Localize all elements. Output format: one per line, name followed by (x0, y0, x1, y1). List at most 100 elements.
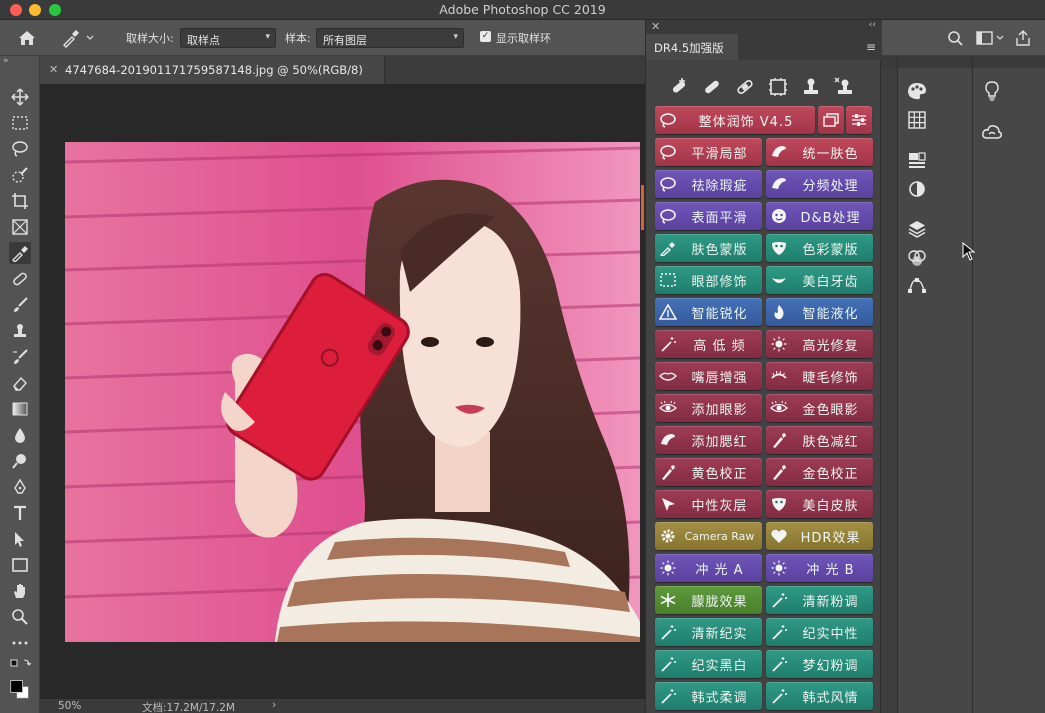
libraries-icon[interactable] (906, 149, 928, 171)
plugin-button[interactable]: 冲 光 A (655, 554, 762, 582)
share-icon[interactable] (1014, 30, 1032, 46)
path-selection-tool-icon[interactable] (9, 528, 31, 550)
home-icon[interactable] (16, 28, 38, 48)
expand-toolbar-icon[interactable]: » (3, 56, 9, 66)
workspace-layout-icon[interactable] (976, 30, 1004, 46)
swap-colors-icon[interactable] (9, 656, 31, 672)
plugin-button[interactable]: 冲 光 B (766, 554, 873, 582)
plugin-button[interactable]: 金色校正 (766, 458, 873, 486)
eraser-tool-icon[interactable] (9, 372, 31, 394)
collapse-panel-icon[interactable]: ‹‹ (869, 20, 876, 30)
plugin-button[interactable]: 色彩蒙版 (766, 234, 873, 262)
plugin-button[interactable]: 睫毛修饰 (766, 362, 873, 390)
hand-tool-icon[interactable] (9, 580, 31, 602)
plugin-button[interactable]: 纪实中性 (766, 618, 873, 646)
stamp-icon[interactable] (800, 76, 822, 98)
document-image[interactable] (65, 142, 640, 642)
rectangle-tool-icon[interactable] (9, 554, 31, 576)
plugin-button[interactable]: 祛除瑕疵 (655, 170, 762, 198)
plugin-button[interactable]: 添加眼影 (655, 394, 762, 422)
plugin-button[interactable]: 梦幻粉调 (766, 650, 873, 678)
plugin-button[interactable]: 眼部修饰 (655, 266, 762, 294)
plugin-button[interactable]: 美白牙齿 (766, 266, 873, 294)
bandage-icon[interactable] (701, 76, 723, 98)
learn-lightbulb-icon[interactable] (981, 80, 1003, 102)
scroll-indicator[interactable] (641, 185, 644, 230)
color-panel-icon[interactable] (906, 80, 928, 102)
bandage-alt-icon[interactable] (734, 76, 756, 98)
plugin-button[interactable]: 清新粉调 (766, 586, 873, 614)
adjustments-icon[interactable] (906, 178, 928, 200)
document-tab[interactable]: ✕ 4747684-20190117175958714​8.jpg @ 50%(… (40, 56, 385, 84)
foreground-background-color-icon[interactable] (9, 672, 31, 706)
plugin-button[interactable]: 黄色校正 (655, 458, 762, 486)
plugin-button[interactable]: 高光修复 (766, 330, 873, 358)
gradient-tool-icon[interactable] (9, 398, 31, 420)
swatches-grid-icon[interactable] (906, 109, 928, 131)
plugin-button[interactable]: 平滑局部 (655, 138, 762, 166)
eyedropper-tool-preset-icon[interactable] (60, 28, 98, 48)
plugin-button-main-retouch[interactable]: 整体润饰 V4.5 (655, 106, 815, 134)
type-tool-icon[interactable] (9, 502, 31, 524)
eyedropper-tool-icon[interactable] (9, 242, 31, 264)
brush-tool-icon[interactable] (9, 294, 31, 316)
plugin-button[interactable]: 智能锐化 (655, 298, 762, 326)
close-icon[interactable]: ✕ (651, 20, 660, 33)
plugin-button[interactable]: 智能液化 (766, 298, 873, 326)
plugin-button[interactable]: 表面平滑 (655, 202, 762, 230)
zoom-level[interactable]: 50% (58, 700, 81, 712)
show-sampling-ring-checkbox[interactable]: ✓ (480, 31, 491, 42)
zoom-tool-icon[interactable] (9, 606, 31, 628)
paths-icon[interactable] (906, 274, 928, 296)
plugin-button[interactable]: 分频处理 (766, 170, 873, 198)
plugin-button[interactable]: 金色眼影 (766, 394, 873, 422)
marquee-tool-icon[interactable] (9, 112, 31, 134)
blur-tool-icon[interactable] (9, 424, 31, 446)
plugin-button[interactable]: 中性灰层 (655, 490, 762, 518)
plugin-button[interactable]: 韩式风情 (766, 682, 873, 710)
quick-selection-tool-icon[interactable] (9, 164, 31, 186)
plugin-button[interactable]: 肤色蒙版 (655, 234, 762, 262)
plugin-button[interactable]: Camera Raw (655, 522, 762, 550)
crop-tool-icon[interactable] (9, 190, 31, 212)
stamp-x-icon[interactable] (833, 76, 855, 98)
clone-stamp-tool-icon[interactable] (9, 320, 31, 342)
pen-tool-icon[interactable] (9, 476, 31, 498)
heal-plus-icon[interactable] (668, 76, 690, 98)
plugin-button[interactable]: 添加腮红 (655, 426, 762, 454)
plugin-button[interactable]: 清新纪实 (655, 618, 762, 646)
creative-cloud-icon[interactable] (981, 122, 1003, 144)
panel-menu-icon[interactable]: ≡ (866, 40, 876, 54)
plugin-button[interactable]: D&B处理 (766, 202, 873, 230)
layers-icon[interactable] (906, 218, 928, 240)
plugin-button[interactable]: HDR效果 (766, 522, 873, 550)
plugin-button[interactable]: 统一肤色 (766, 138, 873, 166)
layers-stack-button[interactable] (818, 106, 844, 134)
plugin-button[interactable]: 朦胧效果 (655, 586, 762, 614)
frame-tool-icon[interactable] (9, 216, 31, 238)
search-icon[interactable] (947, 30, 965, 46)
sample-select[interactable]: 所有图层 ▾ (316, 28, 464, 48)
sliders-button[interactable] (846, 106, 872, 134)
dodge-tool-icon[interactable] (9, 450, 31, 472)
canvas-area[interactable] (40, 84, 645, 699)
plugin-tab[interactable]: DR4.5加强版 (646, 34, 738, 60)
sample-size-select[interactable]: 取样点 ▾ (180, 28, 276, 48)
plugin-button[interactable]: 韩式柔调 (655, 682, 762, 710)
lasso-tool-icon[interactable] (9, 138, 31, 160)
dock-strip-header (881, 56, 897, 68)
plugin-button[interactable]: 高 低 频 (655, 330, 762, 358)
history-brush-tool-icon[interactable] (9, 346, 31, 368)
plugin-button[interactable]: 嘴唇增强 (655, 362, 762, 390)
close-icon[interactable]: ✕ (49, 63, 58, 76)
plugin-button[interactable]: 肤色减红 (766, 426, 873, 454)
chevron-right-icon[interactable]: › (272, 699, 276, 711)
frame-select-icon[interactable] (767, 76, 789, 98)
plugin-button[interactable]: 纪实黑白 (655, 650, 762, 678)
more-tools-icon[interactable] (9, 632, 31, 654)
healing-brush-tool-icon[interactable] (9, 268, 31, 290)
move-tool-icon[interactable] (9, 86, 31, 108)
lash-icon (766, 363, 792, 389)
plugin-button[interactable]: 美白皮肤 (766, 490, 873, 518)
channels-icon[interactable] (906, 247, 928, 269)
